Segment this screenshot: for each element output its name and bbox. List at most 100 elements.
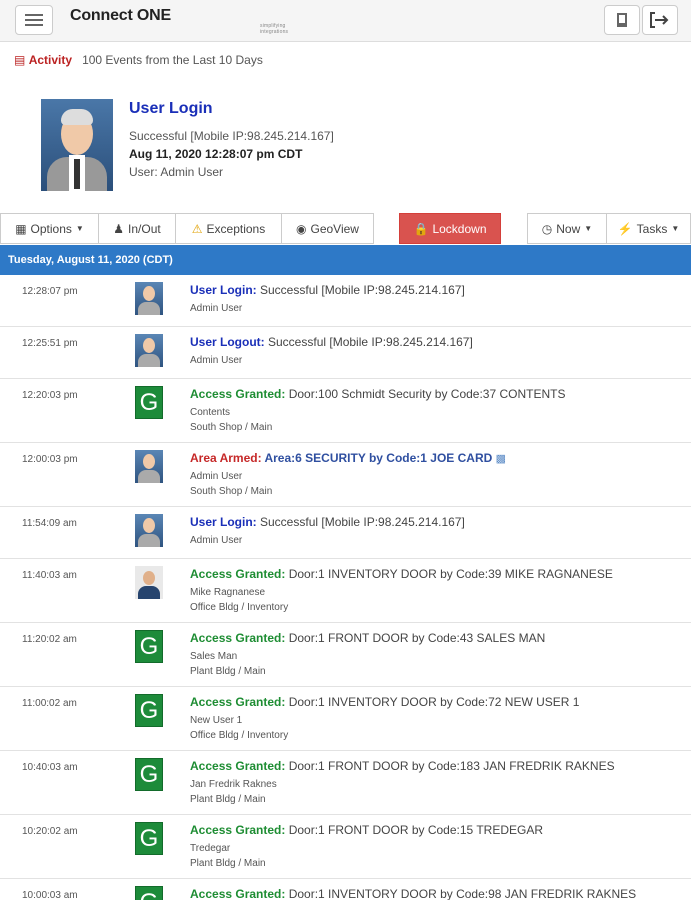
event-detail: Door:1 INVENTORY DOOR by Code:98 JAN FRE… [285,887,637,900]
event-user: User: Admin User [129,165,224,179]
lockdown-label: Lockdown [432,221,487,236]
clock-icon: ◷ [541,221,553,236]
admin-avatar [135,282,163,315]
granted-icon: G [135,822,163,855]
event-row[interactable]: 11:20:02 am G Access Granted: Door:1 FRO… [0,623,691,687]
logout-icon [650,12,669,28]
toolbar: ▦ Options ▼ ♟ In/Out ⚠ Exceptions ◉ GeoV… [0,213,691,244]
event-sub2: Plant Bldg / Main [190,666,266,677]
event-time: 12:28:07 pm [22,286,78,297]
logout-button[interactable] [642,5,678,35]
caret-down-icon: ▼ [584,224,593,233]
event-sub1: Tredegar [190,843,231,854]
event-detail: Door:1 INVENTORY DOOR by Code:72 NEW USE… [285,695,580,709]
day-header: Tuesday, August 11, 2020 (CDT) [0,245,691,275]
inout-button[interactable]: ♟ In/Out [98,213,176,244]
event-detail: Door:1 FRONT DOOR by Code:183 JAN FREDRI… [285,759,615,773]
granted-icon: G [135,694,163,727]
granted-icon: G [135,386,163,419]
brand-tagline: simplifying integrations [260,23,289,35]
event-time: 12:20:03 pm [22,390,78,401]
event-detail: Successful [Mobile IP:98.245.214.167] [264,335,473,349]
activity-icon: ▤ [14,53,26,67]
inout-label: In/Out [128,221,161,236]
event-sub2: Plant Bldg / Main [190,794,266,805]
event-type: Access Granted: [190,759,286,773]
now-button[interactable]: ◷ Now ▼ [527,213,607,244]
camera-icon[interactable]: ▩ [496,453,506,465]
brand-logo: Connect ONE simplifying integrations [70,7,288,35]
tasks-button[interactable]: ⚡ Tasks ▼ [606,213,691,244]
event-row[interactable]: 12:28:07 pm User Login: Successful [Mobi… [0,275,691,327]
event-sub1: New User 1 [190,715,243,726]
admin-avatar [135,450,163,483]
admin-avatar [135,334,163,367]
device-button[interactable] [604,5,640,35]
activity-summary: ▤ Activity 100 Events from the Last 10 D… [14,53,263,67]
geoview-label: GeoView [310,221,359,236]
event-type: Area Armed: [190,451,262,465]
event-detail: Door:1 FRONT DOOR by Code:43 SALES MAN [285,631,546,645]
options-button[interactable]: ▦ Options ▼ [0,213,99,244]
event-sub2: Office Bldg / Inventory [190,602,289,613]
event-row[interactable]: 11:00:02 am G Access Granted: Door:1 INV… [0,687,691,751]
event-time: 11:20:02 am [22,634,77,645]
event-time: 11:40:03 am [22,570,77,581]
event-time: 12:25:51 pm [22,338,78,349]
brand-one: ONE [136,7,171,24]
warning-icon: ⚠ [191,221,203,236]
granted-icon: G [135,758,163,791]
event-time: 11:54:09 am [22,518,77,529]
event-detail: Door:1 INVENTORY DOOR by Code:39 MIKE RA… [285,567,613,581]
event-time: 11:00:02 am [22,698,77,709]
event-type: Access Granted: [190,823,286,837]
event-row[interactable]: 12:00:03 pm Area Armed: Area:6 SECURITY … [0,443,691,507]
bolt-icon: ⚡ [617,221,633,236]
event-sub2: Office Bldg / Inventory [190,730,289,741]
event-sub1: Admin User [190,303,243,314]
event-sub2: Plant Bldg / Main [190,858,266,869]
event-row[interactable]: 10:40:03 am G Access Granted: Door:1 FRO… [0,751,691,815]
event-sub1: Admin User [190,535,243,546]
event-row[interactable]: 11:40:03 am Access Granted: Door:1 INVEN… [0,559,691,623]
event-type: User Login: [190,515,257,529]
brand-name: Connect [70,7,133,24]
event-sub1: Mike Ragnanese [190,587,266,598]
user-icon: ♟ [113,221,125,236]
grid-icon: ▦ [15,221,27,236]
lockdown-button[interactable]: 🔒 Lockdown [399,213,501,244]
activity-count: 100 Events from the Last 10 Days [82,53,263,67]
event-row[interactable]: 12:25:51 pm User Logout: Successful [Mob… [0,327,691,379]
menu-button[interactable] [15,5,53,35]
exceptions-button[interactable]: ⚠ Exceptions [175,213,282,244]
event-sub2: South Shop / Main [190,422,273,433]
event-type: Access Granted: [190,631,286,645]
top-header: Connect ONE simplifying integrations [0,0,691,42]
exceptions-label: Exceptions [206,221,266,236]
event-type: User Login: [190,283,257,297]
admin-avatar [135,514,163,547]
geoview-button[interactable]: ◉ GeoView [281,213,374,244]
event-time: 10:20:02 am [22,826,78,837]
event-detail: Successful [Mobile IP:98.245.214.167] [256,515,465,529]
options-label: Options [30,221,72,236]
caret-down-icon: ▼ [671,224,680,233]
event-row[interactable]: 12:20:03 pm G Access Granted: Door:100 S… [0,379,691,443]
granted-icon: G [135,630,163,663]
event-time: 10:40:03 am [22,762,78,773]
event-sub1: Sales Man [190,651,238,662]
event-title: User Login [129,100,213,117]
now-label: Now [556,221,581,236]
event-sub1: Admin User [190,471,243,482]
event-sub2: South Shop / Main [190,486,273,497]
globe-icon: ◉ [296,221,307,236]
event-type: Access Granted: [190,387,286,401]
event-row[interactable]: 11:54:09 am User Login: Successful [Mobi… [0,507,691,559]
activity-label[interactable]: Activity [29,53,72,67]
event-type: Access Granted: [190,567,286,581]
tasks-label: Tasks [636,221,668,236]
event-row[interactable]: 10:20:02 am G Access Granted: Door:1 FRO… [0,815,691,879]
device-icon [617,13,627,27]
event-time: 10:00:03 am [22,890,78,900]
event-row[interactable]: 10:00:03 am G Access Granted: Door:1 INV… [0,879,691,900]
